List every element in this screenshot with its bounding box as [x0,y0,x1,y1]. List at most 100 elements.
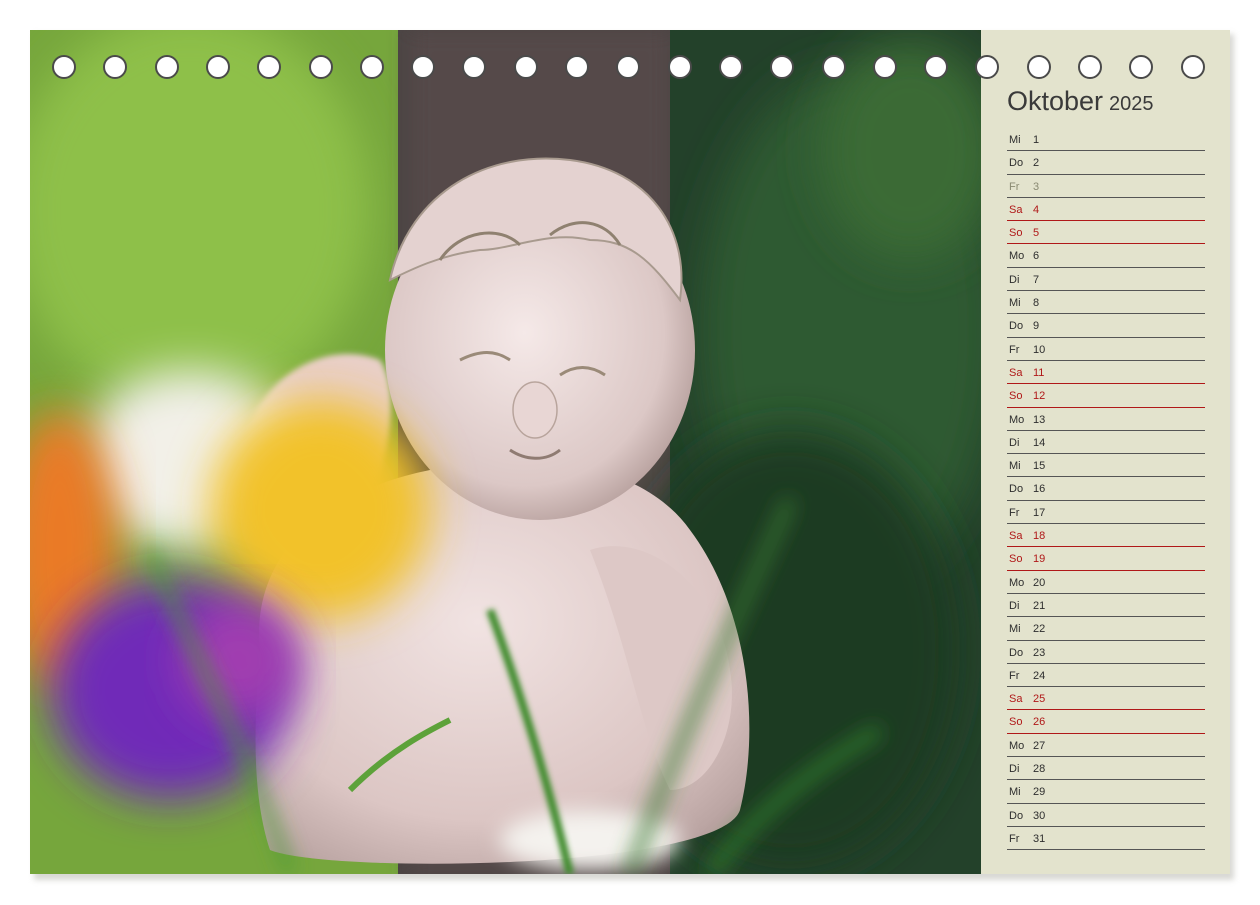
day-row: Fr 17 [1007,501,1205,525]
day-row: Mo 27 [1007,734,1205,758]
day-number: 1 [1033,134,1040,146]
calendar-side-panel: Oktober 2025 Mi 1 Do 2 Fr 3 Sa 4 So 5 Mo 6 Di 7 Mi 8 Do 9 F… [981,30,1230,874]
binding-holes [52,55,1212,81]
day-number: 5 [1033,227,1040,240]
day-weekday: Mo [1009,250,1025,263]
binding-hole [667,55,692,79]
day-number: 15 [1033,460,1046,473]
day-weekday: Sa [1009,530,1023,543]
day-weekday: Mi [1009,460,1021,473]
day-row: Fr 10 [1007,338,1205,361]
month-year: 2025 [1109,93,1154,115]
binding-hole [616,55,641,79]
binding-hole [770,55,795,79]
day-weekday: Mi [1009,297,1021,310]
day-row: Mo 6 [1007,244,1205,268]
binding-hole [872,55,897,79]
day-weekday: So [1009,553,1023,566]
cherub-statue-image [30,30,981,874]
binding-hole [308,55,333,79]
day-number: 28 [1033,763,1046,776]
binding-hole [103,55,128,79]
day-number: 18 [1033,530,1046,543]
day-number: 10 [1033,343,1046,356]
day-number: 21 [1033,599,1046,612]
day-number: 17 [1033,506,1046,519]
day-number: 25 [1033,693,1046,706]
binding-hole [411,55,436,79]
binding-hole [1026,55,1051,79]
day-weekday: Fr [1009,506,1020,519]
day-weekday: Di [1009,436,1020,449]
day-row: Do 16 [1007,477,1205,501]
day-row: Mi 1 [1007,128,1205,152]
day-weekday: Do [1009,483,1024,496]
day-number: 22 [1033,623,1046,636]
day-weekday: Mi [1009,786,1021,799]
day-row: Mi 29 [1007,780,1205,804]
day-row: Do 9 [1007,314,1205,338]
day-number: 2 [1033,157,1040,170]
day-number: 13 [1033,413,1046,426]
binding-hole [52,55,76,79]
day-weekday: Di [1009,599,1020,612]
day-weekday: Di [1009,273,1020,286]
day-number: 29 [1033,786,1046,799]
day-row: Mo 13 [1007,408,1205,431]
day-row: Di 7 [1007,268,1205,292]
binding-hole [924,55,949,79]
day-weekday: Fr [1009,343,1020,356]
day-weekday: So [1009,390,1023,403]
binding-hole [257,55,282,79]
day-weekday: Mi [1009,623,1021,636]
binding-hole [154,55,179,79]
day-number: 3 [1033,180,1040,193]
binding-hole [821,55,846,79]
day-weekday: Mo [1009,413,1025,426]
day-row: Fr 24 [1007,664,1205,688]
day-weekday: Do [1009,646,1024,659]
binding-hole [462,55,487,79]
binding-hole [718,55,743,79]
day-weekday: Fr [1009,180,1020,193]
binding-hole [513,55,538,79]
day-weekday: Sa [1009,203,1023,216]
day-row: So 5 [1007,221,1205,245]
day-weekday: Do [1009,320,1024,333]
day-row: Do 2 [1007,151,1205,175]
binding-hole [565,55,589,79]
day-number: 30 [1033,809,1046,822]
day-weekday: Fr [1009,832,1020,845]
day-number: 23 [1033,646,1046,659]
day-weekday: Do [1009,157,1024,170]
day-row: Mi 22 [1007,617,1205,641]
day-row: Mi 8 [1007,291,1205,315]
day-row: Fr 31 [1007,827,1205,851]
day-number: 26 [1033,716,1046,729]
day-row: Sa 25 [1007,687,1205,711]
day-number: 31 [1033,832,1046,845]
day-row: Mo 20 [1007,571,1205,594]
binding-hole [359,55,384,79]
cherub-photo [30,30,981,874]
day-row: Sa 11 [1007,361,1205,385]
day-row: Sa 4 [1007,198,1205,222]
day-number: 7 [1033,273,1040,286]
day-row: Do 30 [1007,804,1205,827]
day-number: 27 [1033,739,1046,752]
day-number: 16 [1033,483,1046,496]
day-weekday: Mi [1009,134,1021,146]
day-number: 14 [1033,436,1046,449]
day-weekday: Fr [1009,669,1020,682]
day-weekday: Do [1009,809,1024,822]
binding-hole [1180,55,1205,79]
day-number: 12 [1033,390,1046,403]
day-number: 19 [1033,553,1046,566]
day-row: Di 21 [1007,594,1205,618]
day-weekday: So [1009,227,1023,240]
day-row: Fr 3 [1007,175,1205,198]
day-number: 24 [1033,669,1046,682]
binding-hole [975,55,1000,79]
day-row: So 19 [1007,547,1205,571]
calendar-page: Oktober 2025 Mi 1 Do 2 Fr 3 Sa 4 So 5 Mo 6 Di 7 Mi 8 Do 9 F… [30,30,1230,874]
